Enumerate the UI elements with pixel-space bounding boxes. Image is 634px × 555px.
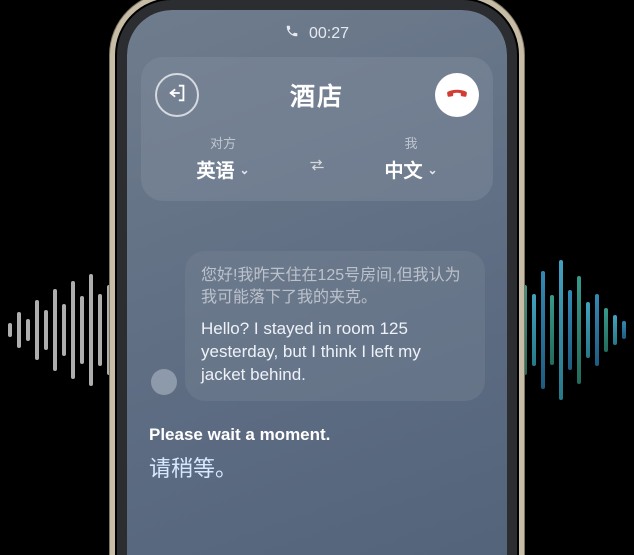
incoming-translated-text: 您好!我昨天住在125号房间,但我认为我可能落下了我的夹克。 xyxy=(201,265,469,310)
soundwave-right xyxy=(523,250,626,410)
caller-label: 对方 xyxy=(155,133,291,152)
my-language-selector[interactable]: 我 中文 ⌄ xyxy=(343,133,479,183)
outgoing-original-text: Please wait a moment. xyxy=(149,425,485,445)
soundwave-left xyxy=(8,250,111,410)
chevron-down-icon: ⌄ xyxy=(427,163,437,177)
my-label: 我 xyxy=(343,133,479,152)
chevron-down-icon: ⌄ xyxy=(239,163,249,177)
exit-button[interactable] xyxy=(155,73,199,117)
phone-receiver-icon xyxy=(285,24,299,43)
status-bar: 00:27 xyxy=(127,24,507,43)
my-language: 中文 xyxy=(384,156,422,183)
phone-frame: 00:27 酒店 对方 xyxy=(117,0,517,555)
swap-languages-button[interactable] xyxy=(299,155,335,183)
outgoing-message: Please wait a moment. 请稍等。 xyxy=(127,401,507,483)
call-header-panel: 酒店 对方 英语 ⌄ xyxy=(141,57,493,201)
call-title: 酒店 xyxy=(290,77,344,113)
conversation-area: 您好!我昨天住在125号房间,但我认为我可能落下了我的夹克。 Hello? I … xyxy=(127,201,507,401)
hangup-button[interactable] xyxy=(435,73,479,117)
outgoing-translated-text: 请稍等。 xyxy=(149,451,485,483)
swap-icon xyxy=(307,155,327,180)
exit-icon xyxy=(166,82,188,109)
caller-language-selector[interactable]: 对方 英语 ⌄ xyxy=(155,133,291,183)
incoming-message-bubble: 您好!我昨天住在125号房间,但我认为我可能落下了我的夹克。 Hello? I … xyxy=(185,251,485,401)
avatar xyxy=(151,369,177,395)
caller-language: 英语 xyxy=(196,156,234,183)
call-duration: 00:27 xyxy=(309,25,349,43)
phone-screen: 00:27 酒店 对方 xyxy=(127,10,507,555)
hangup-icon xyxy=(444,80,470,111)
incoming-original-text: Hello? I stayed in room 125 yesterday, b… xyxy=(201,318,469,387)
